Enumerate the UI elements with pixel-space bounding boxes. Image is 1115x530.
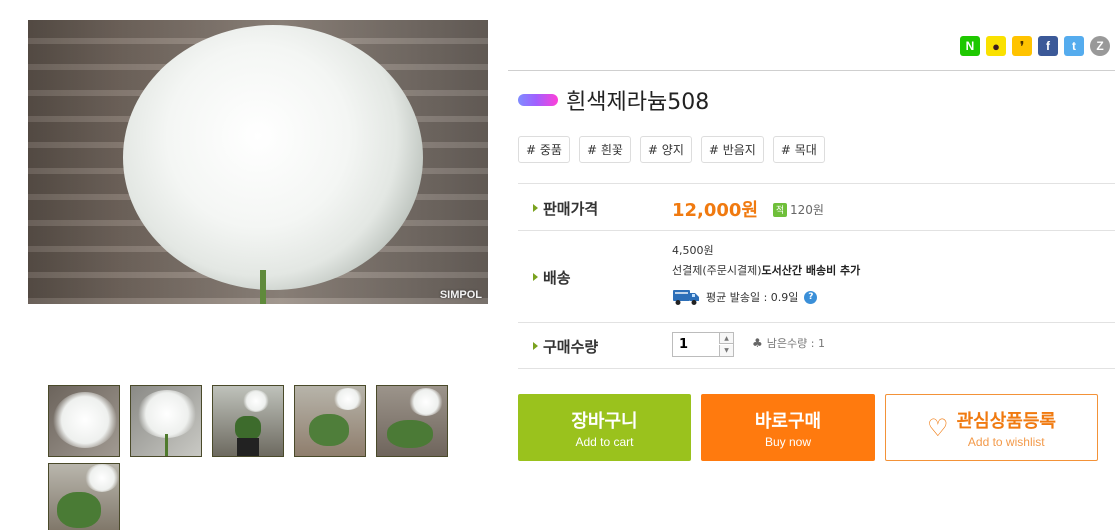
- buy-now-button[interactable]: 바로구매 Buy now: [701, 394, 875, 461]
- thumbnail-4[interactable]: [294, 385, 366, 457]
- tag-item[interactable]: # 양지: [639, 136, 692, 163]
- divider: [518, 183, 1115, 184]
- buy-now-label: 바로구매: [754, 410, 822, 432]
- price-label-text: 판매가격: [543, 200, 599, 218]
- shipping-average-text: 평균 발송일 : 0.9일: [706, 291, 799, 304]
- thumbnail-2[interactable]: [130, 385, 202, 457]
- twitter-icon[interactable]: t: [1064, 36, 1084, 56]
- arrow-icon: [533, 273, 538, 281]
- buy-now-sublabel: Buy now: [764, 434, 812, 449]
- point-icon: 적: [773, 202, 787, 217]
- heart-icon: ♡: [927, 413, 949, 442]
- add-to-cart-label: 장바구니: [571, 410, 638, 432]
- flower-cluster: [123, 25, 423, 290]
- divider: [518, 368, 1115, 369]
- thumbnail-6[interactable]: [48, 463, 120, 530]
- shipping-method: 선결제(주문시결제)도서산간 배송비 추가: [672, 262, 860, 278]
- club-icon: ♣: [752, 336, 763, 350]
- add-to-cart-button[interactable]: 장바구니 Add to cart: [518, 394, 691, 461]
- quantity-stepper: ▲ ▼: [672, 332, 734, 357]
- price-value: 12,000원: [672, 200, 759, 221]
- wishlist-sublabel: Add to wishlist: [967, 434, 1045, 449]
- thumbnail-1[interactable]: [48, 385, 120, 457]
- thumbnail-5[interactable]: [376, 385, 448, 457]
- band-icon[interactable]: Z: [1090, 36, 1110, 56]
- image-watermark: SIMPOL: [439, 289, 482, 301]
- stock-info: ♣ 남은수량 : 1: [752, 335, 825, 351]
- facebook-icon[interactable]: f: [1038, 36, 1058, 56]
- divider: [518, 230, 1115, 231]
- tag-item[interactable]: # 목대: [772, 136, 825, 163]
- shipping-label: 배송: [533, 267, 571, 288]
- arrow-icon: [533, 204, 538, 212]
- divider: [508, 70, 1115, 71]
- flower-stem: [260, 270, 266, 304]
- shipping-label-text: 배송: [543, 269, 571, 287]
- shipping-average: 평균 발송일 : 0.9일 ?: [672, 288, 818, 306]
- point-value: 120원: [790, 203, 824, 217]
- wishlist-label: 관심상품등록: [956, 410, 1056, 432]
- quantity-down-button[interactable]: ▼: [719, 345, 733, 356]
- tag-item[interactable]: # 중품: [518, 136, 570, 163]
- arrow-icon: [533, 342, 538, 350]
- tag-list: # 중품 # 흰꽃 # 양지 # 반음지 # 목대: [518, 136, 825, 163]
- quantity-up-button[interactable]: ▲: [719, 333, 733, 344]
- price-label: 판매가격: [533, 198, 598, 219]
- shipping-fee: 4,500원: [672, 244, 714, 257]
- divider: [518, 322, 1115, 323]
- quantity-label-text: 구매수량: [543, 338, 599, 356]
- point-reward: 적 120원: [773, 201, 824, 218]
- quantity-input[interactable]: [673, 333, 720, 356]
- quantity-label: 구매수량: [533, 336, 598, 357]
- kakaostory-icon[interactable]: ❜: [1012, 36, 1032, 56]
- stock-text: 남은수량 : 1: [766, 337, 825, 350]
- product-detail-page: SIMPOL N ● ❜ f t Z 흰색제라늄508 # 중품 # 흰꽃 # …: [0, 0, 1115, 530]
- add-to-wishlist-button[interactable]: ♡ 관심상품등록 Add to wishlist: [885, 394, 1098, 461]
- product-title: 흰색제라늄508: [566, 90, 710, 115]
- main-product-image[interactable]: SIMPOL: [28, 20, 488, 304]
- naver-icon[interactable]: N: [960, 36, 980, 56]
- shipping-method-prefix: 선결제(주문시결제): [672, 264, 762, 277]
- truck-icon: [673, 290, 699, 305]
- help-icon[interactable]: ?: [804, 290, 818, 304]
- kakaotalk-icon[interactable]: ●: [986, 36, 1006, 56]
- share-buttons: N ● ❜ f t Z: [960, 36, 1110, 56]
- thumbnail-3[interactable]: [212, 385, 284, 457]
- tag-item[interactable]: # 흰꽃: [578, 136, 631, 163]
- add-to-cart-sublabel: Add to cart: [575, 434, 634, 449]
- tag-item[interactable]: # 반음지: [700, 136, 764, 163]
- shipping-method-note: 도서산간 배송비 추가: [761, 264, 861, 277]
- product-badge: [518, 94, 558, 106]
